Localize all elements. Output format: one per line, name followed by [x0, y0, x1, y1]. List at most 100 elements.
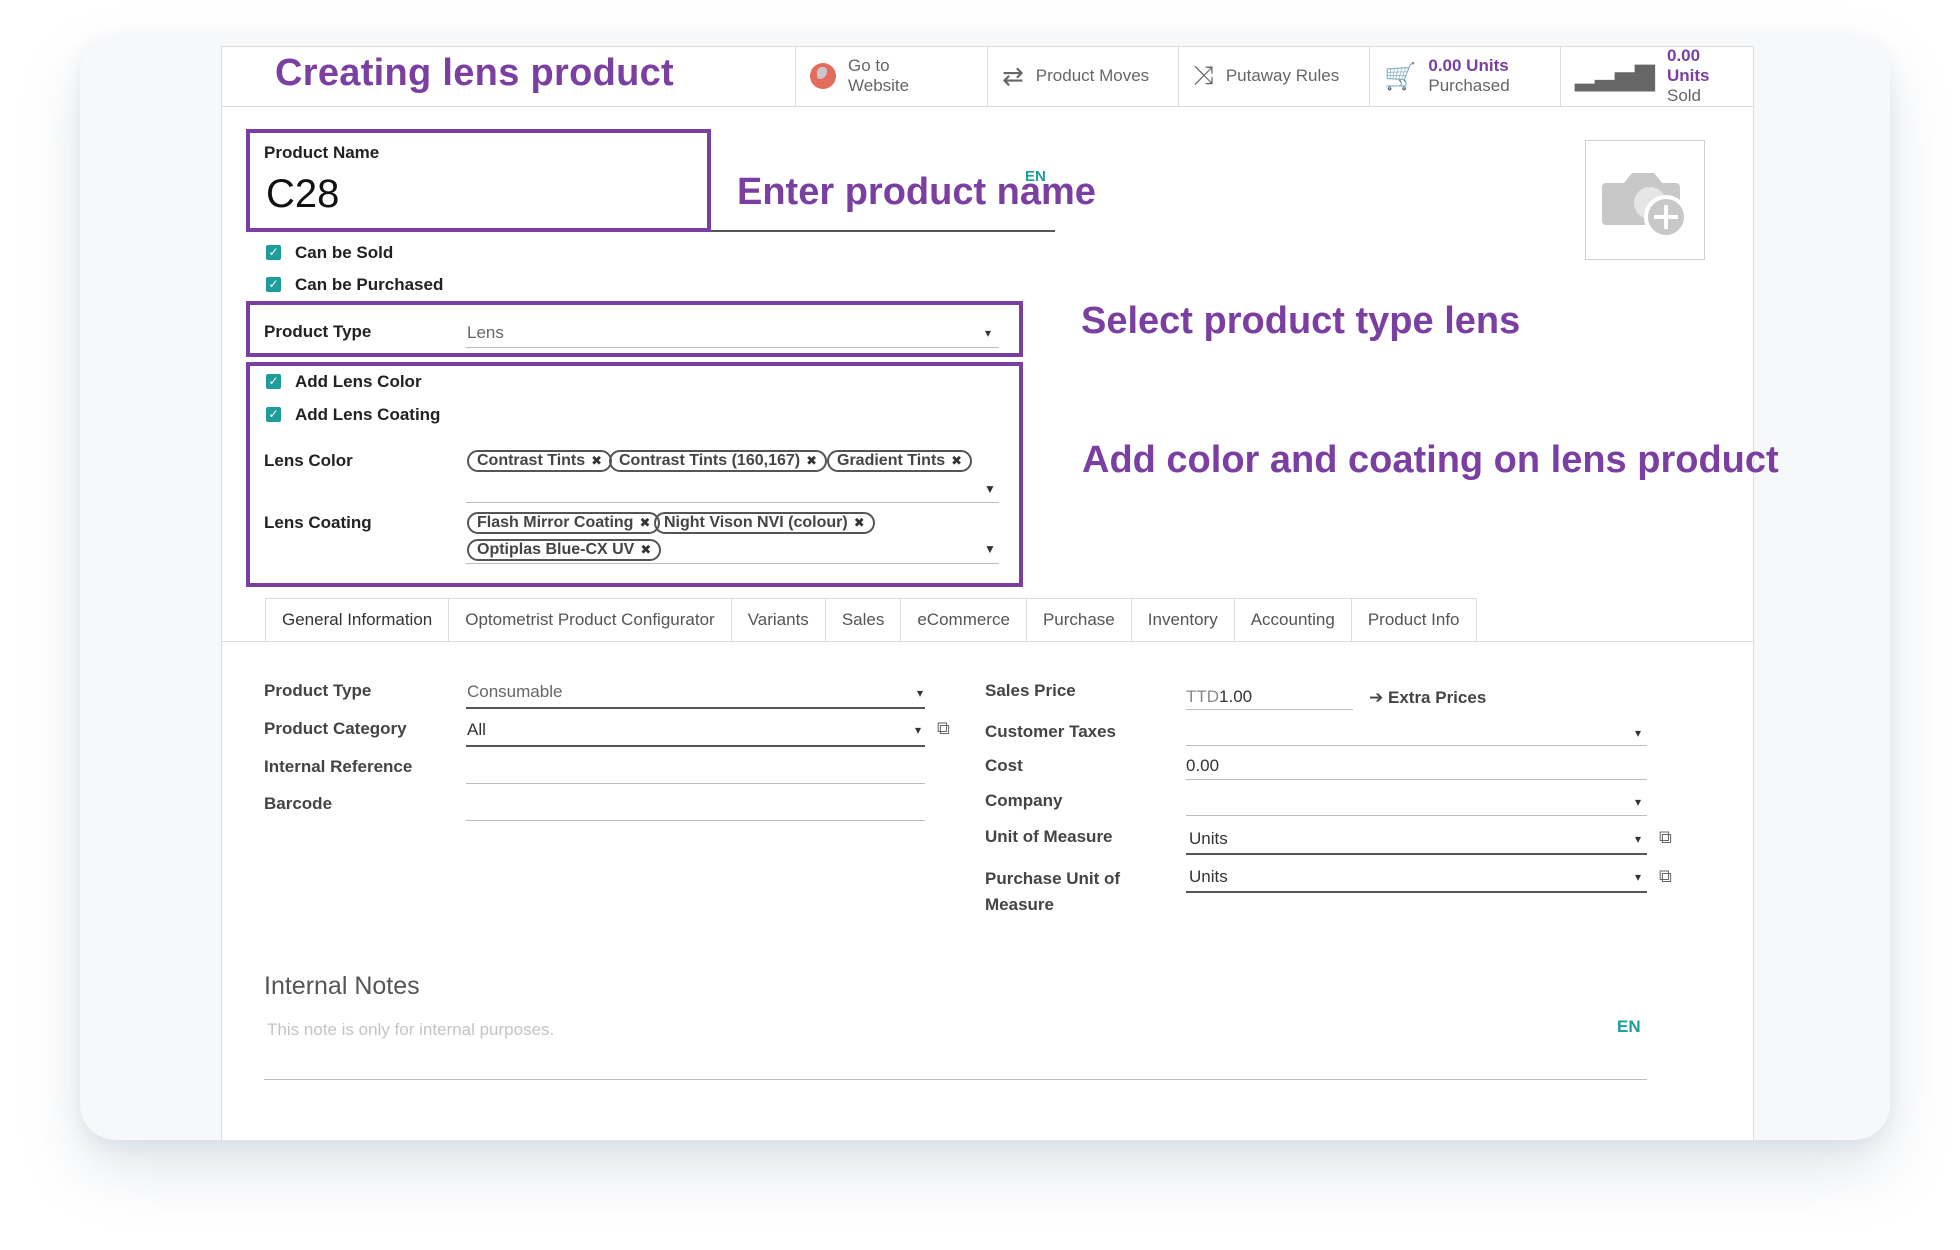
gi-purchase-uom-underline	[1186, 891, 1647, 893]
shuffle-icon: ⤨	[1193, 60, 1214, 90]
tab-general-information[interactable]: General Information	[265, 598, 450, 642]
product-type-dropdown-icon[interactable]: ▾	[985, 326, 991, 340]
product-type-select[interactable]: Lens	[467, 323, 504, 343]
notebook-tabs: General Information Optometrist Product …	[265, 598, 1477, 642]
lens-coating-label: Lens Coating	[264, 513, 372, 532]
product-name-input[interactable]: C28	[266, 172, 339, 217]
lens-color-tag[interactable]: Contrast Tints (160,167) ✖	[609, 450, 827, 472]
remove-tag-icon[interactable]: ✖	[640, 541, 651, 559]
website-label: Website	[848, 76, 910, 95]
go-to-label: Go to	[848, 56, 890, 75]
add-lens-color-label: Add Lens Color	[295, 372, 422, 391]
product-moves-button[interactable]: ⇄ Product Moves	[987, 46, 1178, 106]
go-to-website-button[interactable]: Go to Website	[795, 46, 987, 106]
gi-customer-taxes-dropdown-icon[interactable]: ▾	[1635, 726, 1641, 740]
lens-color-tag[interactable]: Contrast Tints ✖	[467, 450, 613, 472]
gi-product-category-dropdown-icon[interactable]: ▾	[915, 723, 921, 737]
gi-company-underline	[1186, 815, 1647, 816]
lens-color-underline	[466, 502, 999, 503]
gi-purchase-uom-select[interactable]: Units	[1189, 867, 1228, 887]
external-link-icon[interactable]: ⧉	[937, 718, 950, 739]
tab-sales[interactable]: Sales	[825, 598, 902, 642]
page-title: Creating lens product	[275, 52, 675, 94]
gi-cost-underline	[1186, 779, 1647, 780]
tab-ecommerce[interactable]: eCommerce	[901, 598, 1027, 642]
external-link-icon[interactable]: ⧉	[1659, 866, 1672, 887]
gi-product-type-label: Product Type	[264, 681, 372, 700]
purchased-label: Purchased	[1428, 76, 1510, 95]
tab-inventory[interactable]: Inventory	[1131, 598, 1235, 642]
gi-company-label: Company	[985, 791, 1063, 810]
gi-customer-taxes-label: Customer Taxes	[985, 722, 1117, 741]
product-moves-label: Product Moves	[1035, 66, 1150, 85]
add-lens-color-checkbox[interactable]: ✓	[266, 374, 281, 389]
lens-coating-tag[interactable]: Optiplas Blue-CX UV ✖	[467, 539, 662, 561]
cart-icon: 🛒	[1384, 60, 1417, 91]
gi-cost-label: Cost	[985, 756, 1023, 775]
units-sold-button[interactable]: ▂▃▅▇ 0.00 Units Sold	[1560, 46, 1753, 106]
gi-product-category-underline	[466, 745, 925, 747]
sold-label: Sold	[1666, 86, 1702, 105]
gi-product-category-label: Product Category	[264, 719, 407, 738]
product-image-upload[interactable]	[1585, 140, 1705, 260]
gi-uom-dropdown-icon[interactable]: ▾	[1635, 832, 1641, 846]
remove-tag-icon[interactable]: ✖	[591, 452, 602, 470]
gi-uom-label: Unit of Measure	[985, 827, 1113, 846]
can-be-sold-label: Can be Sold	[295, 243, 394, 262]
tab-variants[interactable]: Variants	[731, 598, 826, 642]
notes-lang-button[interactable]: EN	[1617, 1017, 1641, 1037]
gi-product-type-dropdown-icon[interactable]: ▾	[917, 686, 923, 700]
gi-sales-price-label: Sales Price	[985, 681, 1076, 700]
can-be-purchased-checkbox[interactable]: ✓	[266, 277, 281, 292]
gi-uom-select[interactable]: Units	[1189, 829, 1228, 849]
tab-optometrist-configurator[interactable]: Optometrist Product Configurator	[449, 598, 732, 642]
gi-barcode-underline	[466, 820, 925, 821]
product-name-underline	[711, 230, 1055, 232]
gi-product-category-select[interactable]: All	[467, 720, 486, 740]
gi-internal-reference-label: Internal Reference	[264, 757, 413, 776]
add-lens-coating-label: Add Lens Coating	[295, 405, 441, 424]
remove-tag-icon[interactable]: ✖	[639, 514, 650, 532]
lens-coating-tag[interactable]: Night Vison NVI (colour) ✖	[654, 512, 875, 534]
tab-accounting[interactable]: Accounting	[1234, 598, 1352, 642]
lens-color-dropdown-icon[interactable]: ▼	[984, 482, 996, 496]
tab-purchase[interactable]: Purchase	[1026, 598, 1132, 642]
lens-color-tag[interactable]: Gradient Tints ✖	[827, 450, 973, 472]
add-lens-coating-checkbox[interactable]: ✓	[266, 407, 281, 422]
internal-notes-underline	[264, 1079, 1647, 1080]
can-be-purchased-label: Can be Purchased	[295, 275, 444, 294]
lens-coating-underline	[466, 563, 999, 564]
lens-coating-tag[interactable]: Flash Mirror Coating ✖	[467, 512, 661, 534]
gi-sales-price-underline	[1186, 709, 1353, 710]
extra-prices-button[interactable]: ➔ Extra Prices	[1369, 688, 1486, 708]
remove-tag-icon[interactable]: ✖	[806, 452, 817, 470]
gi-cost-input[interactable]: 0.00	[1186, 756, 1219, 776]
putaway-rules-label: Putaway Rules	[1225, 66, 1340, 85]
gi-product-type-select[interactable]: Consumable	[467, 682, 562, 702]
gi-company-dropdown-icon[interactable]: ▾	[1635, 795, 1641, 809]
globe-icon	[810, 63, 836, 89]
purchased-value: 0.00 Units	[1428, 56, 1509, 75]
lens-coating-dropdown-icon[interactable]: ▼	[984, 542, 996, 556]
tabs-divider	[222, 641, 1753, 642]
arrow-right-icon: ➔	[1369, 688, 1384, 707]
gi-sales-price-input[interactable]: TTD1.00	[1186, 687, 1252, 707]
internal-notes-title: Internal Notes	[264, 972, 420, 1000]
gi-purchase-uom-label: Purchase Unit of Measure	[985, 869, 1121, 914]
lens-color-label: Lens Color	[264, 451, 353, 470]
annotation-enter-name: Enter product name	[737, 171, 1096, 213]
can-be-sold-checkbox[interactable]: ✓	[266, 245, 281, 260]
remove-tag-icon[interactable]: ✖	[854, 514, 865, 532]
product-type-underline	[466, 347, 999, 348]
external-link-icon[interactable]: ⧉	[1659, 827, 1672, 848]
tab-product-info[interactable]: Product Info	[1351, 598, 1477, 642]
units-purchased-button[interactable]: 🛒 0.00 Units Purchased	[1369, 46, 1560, 106]
arrows-exchange-icon: ⇄	[1002, 60, 1024, 91]
gi-uom-underline	[1186, 853, 1647, 855]
putaway-rules-button[interactable]: ⤨ Putaway Rules	[1178, 46, 1369, 106]
annotation-select-type: Select product type lens	[1081, 300, 1521, 342]
gi-purchase-uom-dropdown-icon[interactable]: ▾	[1635, 870, 1641, 884]
annotation-color-coating: Add color and coating on lens product	[1082, 439, 1779, 481]
remove-tag-icon[interactable]: ✖	[951, 452, 962, 470]
internal-notes-input[interactable]: This note is only for internal purposes.	[267, 1020, 554, 1040]
